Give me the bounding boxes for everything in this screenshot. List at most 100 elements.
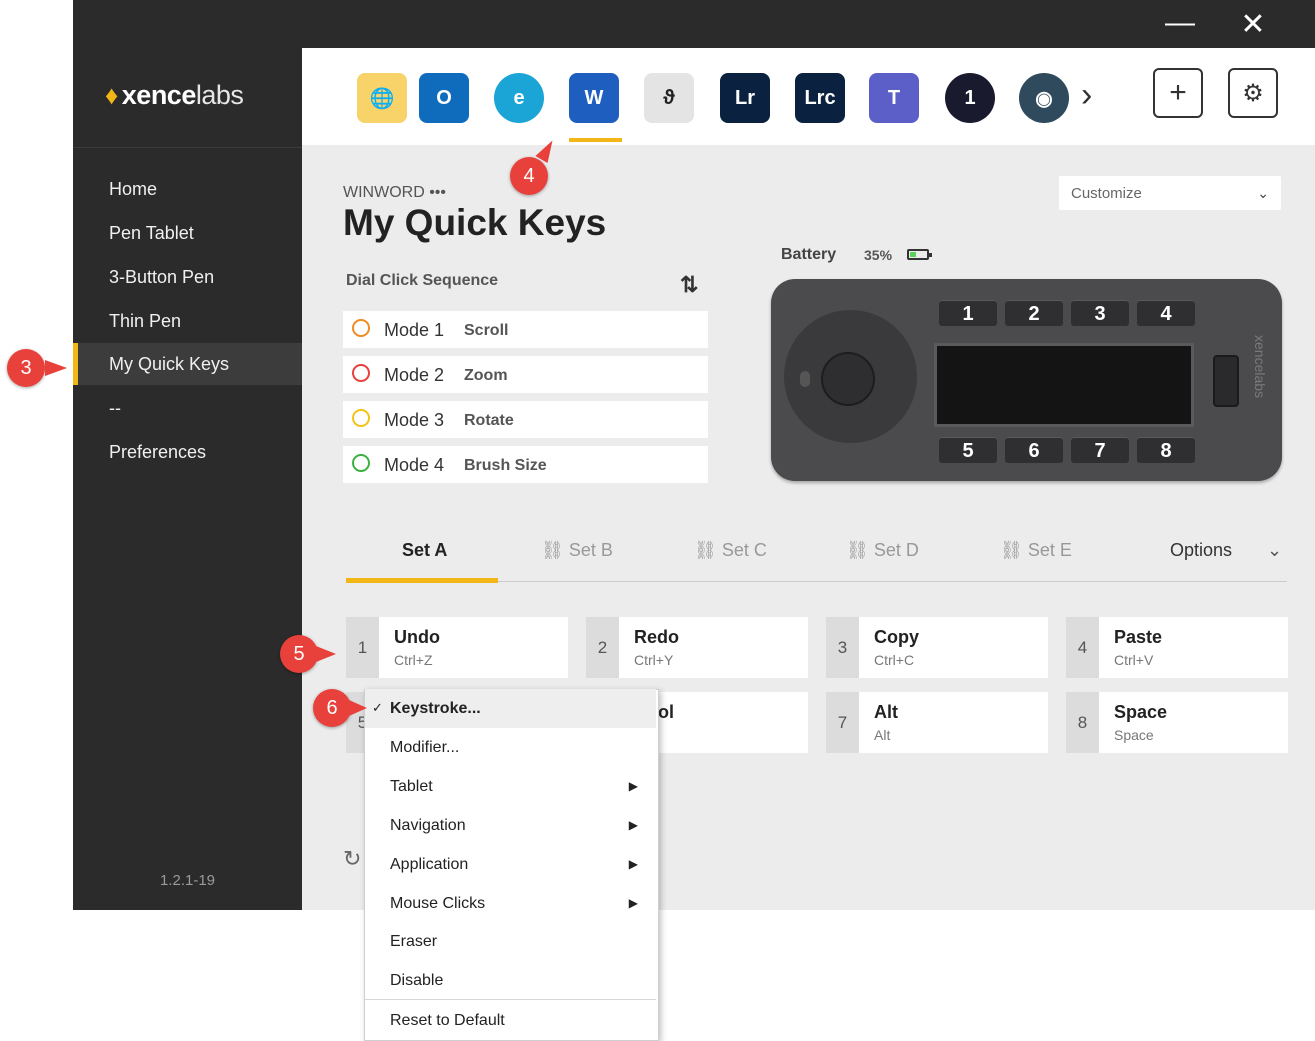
context-menu-item[interactable]: Tablet ▶	[365, 767, 656, 806]
key-shortcut: Ctrl+Z	[394, 652, 433, 668]
outlook-icon[interactable]: O	[419, 73, 469, 123]
tab-set-b[interactable]: ⛓ Set B	[541, 540, 613, 561]
swap-order-icon[interactable]: ⇅	[680, 272, 698, 298]
context-menu-item[interactable]: Reset to Default	[365, 1001, 656, 1040]
context-menu-item[interactable]: Eraser	[365, 922, 656, 961]
globe-icon[interactable]: 🌐	[357, 73, 407, 123]
sidebar-item-my-quick-keys[interactable]: My Quick Keys	[73, 343, 302, 385]
device-side-button	[1213, 355, 1239, 407]
title-bar	[73, 0, 1315, 48]
lightroom-classic-icon[interactable]: Lrc	[795, 73, 845, 123]
tab-set-e[interactable]: ⛓ Set E	[1000, 540, 1072, 561]
key-action-name: Space	[1114, 702, 1168, 722]
annotation-callout: 4	[510, 157, 548, 195]
annotation-callout: 5	[280, 635, 318, 673]
sidebar-item-pen-tablet[interactable]: Pen Tablet	[73, 212, 302, 254]
mode-label: Mode 1	[384, 320, 445, 340]
reset-icon[interactable]: ↻	[343, 846, 361, 872]
key-action-name: Copy	[874, 627, 919, 647]
annotation-pointer	[349, 700, 367, 716]
customize-dropdown-value: Customize	[1071, 184, 1142, 202]
key-number: 7	[826, 692, 859, 753]
clip-studio-icon[interactable]: ϑ	[644, 73, 694, 123]
dial-sequence-label: Dial Click Sequence	[346, 272, 499, 289]
key-action-name: Undo	[394, 627, 440, 647]
app-lens-icon[interactable]: ◉	[1019, 73, 1069, 123]
tab-set-d[interactable]: ⛓ Set D	[846, 540, 919, 561]
annotation-callout: 6	[313, 689, 351, 727]
key-card[interactable]: 1 Undo Ctrl+Z	[346, 617, 568, 678]
device-key-bottom: 8	[1137, 437, 1195, 463]
mode-action: Zoom	[464, 367, 508, 384]
sidebar-item-home[interactable]: Home	[73, 168, 302, 210]
key-number: 8	[1066, 692, 1099, 753]
dial-mode-row[interactable]: Mode 2 Zoom	[343, 356, 708, 393]
minimize-button[interactable]: —	[1160, 8, 1200, 38]
settings-gear-icon[interactable]: ⚙	[1228, 68, 1278, 118]
tab-set-a[interactable]: Set A	[402, 540, 447, 561]
battery-label: Battery	[781, 246, 837, 263]
key-shortcut: Ctrl+Y	[634, 652, 674, 668]
dial-mode-row[interactable]: Mode 3 Rotate	[343, 401, 708, 438]
options-chevron-icon[interactable]: ⌄	[1267, 540, 1282, 561]
sidebar-item-thin-pen[interactable]: Thin Pen	[73, 300, 302, 342]
key-number: 3	[826, 617, 859, 678]
customize-dropdown[interactable]: Customize ⌄	[1059, 176, 1281, 210]
context-menu-item-label: Application	[390, 856, 469, 873]
affinity-icon[interactable]: 1	[945, 73, 995, 123]
sidebar-item-separator: --	[109, 398, 121, 418]
xencelabs-flame-icon: ♦	[105, 80, 118, 110]
options-menu[interactable]: Options	[1170, 540, 1232, 561]
mode-label: Mode 3	[384, 410, 445, 430]
edge-icon[interactable]: e	[494, 73, 544, 123]
context-menu-item[interactable]: Navigation ▶	[365, 806, 656, 845]
context-menu-item[interactable]: Application ▶	[365, 845, 656, 884]
active-app-indicator	[569, 138, 622, 142]
device-key-bottom: 7	[1071, 437, 1129, 463]
tab-set-c[interactable]: ⛓ Set C	[694, 540, 767, 561]
context-menu-item-label: Tablet	[390, 778, 433, 795]
sidebar-item-preferences[interactable]: Preferences	[73, 431, 302, 473]
dial-mode-row[interactable]: Mode 4 Brush Size	[343, 446, 708, 483]
key-shortcut: Alt	[874, 727, 891, 743]
annotation-pointer	[316, 646, 336, 662]
word-icon[interactable]: W	[569, 73, 619, 123]
checkmark-icon: ✓	[372, 700, 383, 715]
sidebar-item-3-button-pen[interactable]: 3-Button Pen	[73, 256, 302, 298]
lightroom-icon[interactable]: Lr	[720, 73, 770, 123]
context-menu-item[interactable]: Keystroke...	[365, 689, 656, 728]
context-menu-item-label: Mouse Clicks	[390, 895, 486, 912]
key-card[interactable]: 3 Copy Ctrl+C	[826, 617, 1048, 678]
key-action-name: Redo	[634, 627, 679, 647]
annotation-callout: 3	[7, 349, 45, 387]
mode-action: Rotate	[464, 412, 514, 429]
context-menu-item-label: Eraser	[390, 933, 438, 950]
key-card[interactable]: 4 Paste Ctrl+V	[1066, 617, 1288, 678]
submenu-arrow-icon: ▶	[628, 896, 638, 910]
key-number: 2	[586, 617, 619, 678]
context-menu-item[interactable]: Disable	[365, 961, 656, 1000]
device-key-top: 4	[1137, 300, 1195, 326]
dial-mode-row[interactable]: Mode 1 Scroll	[343, 311, 708, 348]
mode-ring-icon	[352, 364, 370, 382]
key-card[interactable]: 7 Alt Alt	[826, 692, 1048, 753]
teams-icon[interactable]: T	[869, 73, 919, 123]
more-apps-chevron-icon[interactable]: ›	[1081, 76, 1092, 115]
context-menu-item-label: Modifier...	[390, 739, 460, 756]
logo-text-light: labs	[195, 80, 244, 110]
brand-logo: ♦ xencelabs	[105, 80, 244, 111]
app-name-label[interactable]: WINWORD •••	[343, 184, 446, 202]
mode-action: Brush Size	[464, 457, 547, 474]
context-menu-item[interactable]: Modifier...	[365, 728, 656, 767]
context-menu-item[interactable]: Mouse Clicks ▶	[365, 884, 656, 923]
add-app-button[interactable]: +	[1153, 68, 1203, 118]
logo-text-bold: xence	[121, 80, 197, 110]
key-card[interactable]: 8 Space Space	[1066, 692, 1288, 753]
mode-ring-icon	[352, 409, 370, 427]
close-button[interactable]: ✕	[1233, 10, 1273, 40]
active-tab-indicator	[346, 578, 498, 583]
key-card[interactable]: 2 Redo Ctrl+Y	[586, 617, 808, 678]
key-shortcut: Space	[1114, 727, 1154, 743]
sidebar-divider	[73, 147, 302, 148]
mode-ring-icon	[352, 319, 370, 337]
